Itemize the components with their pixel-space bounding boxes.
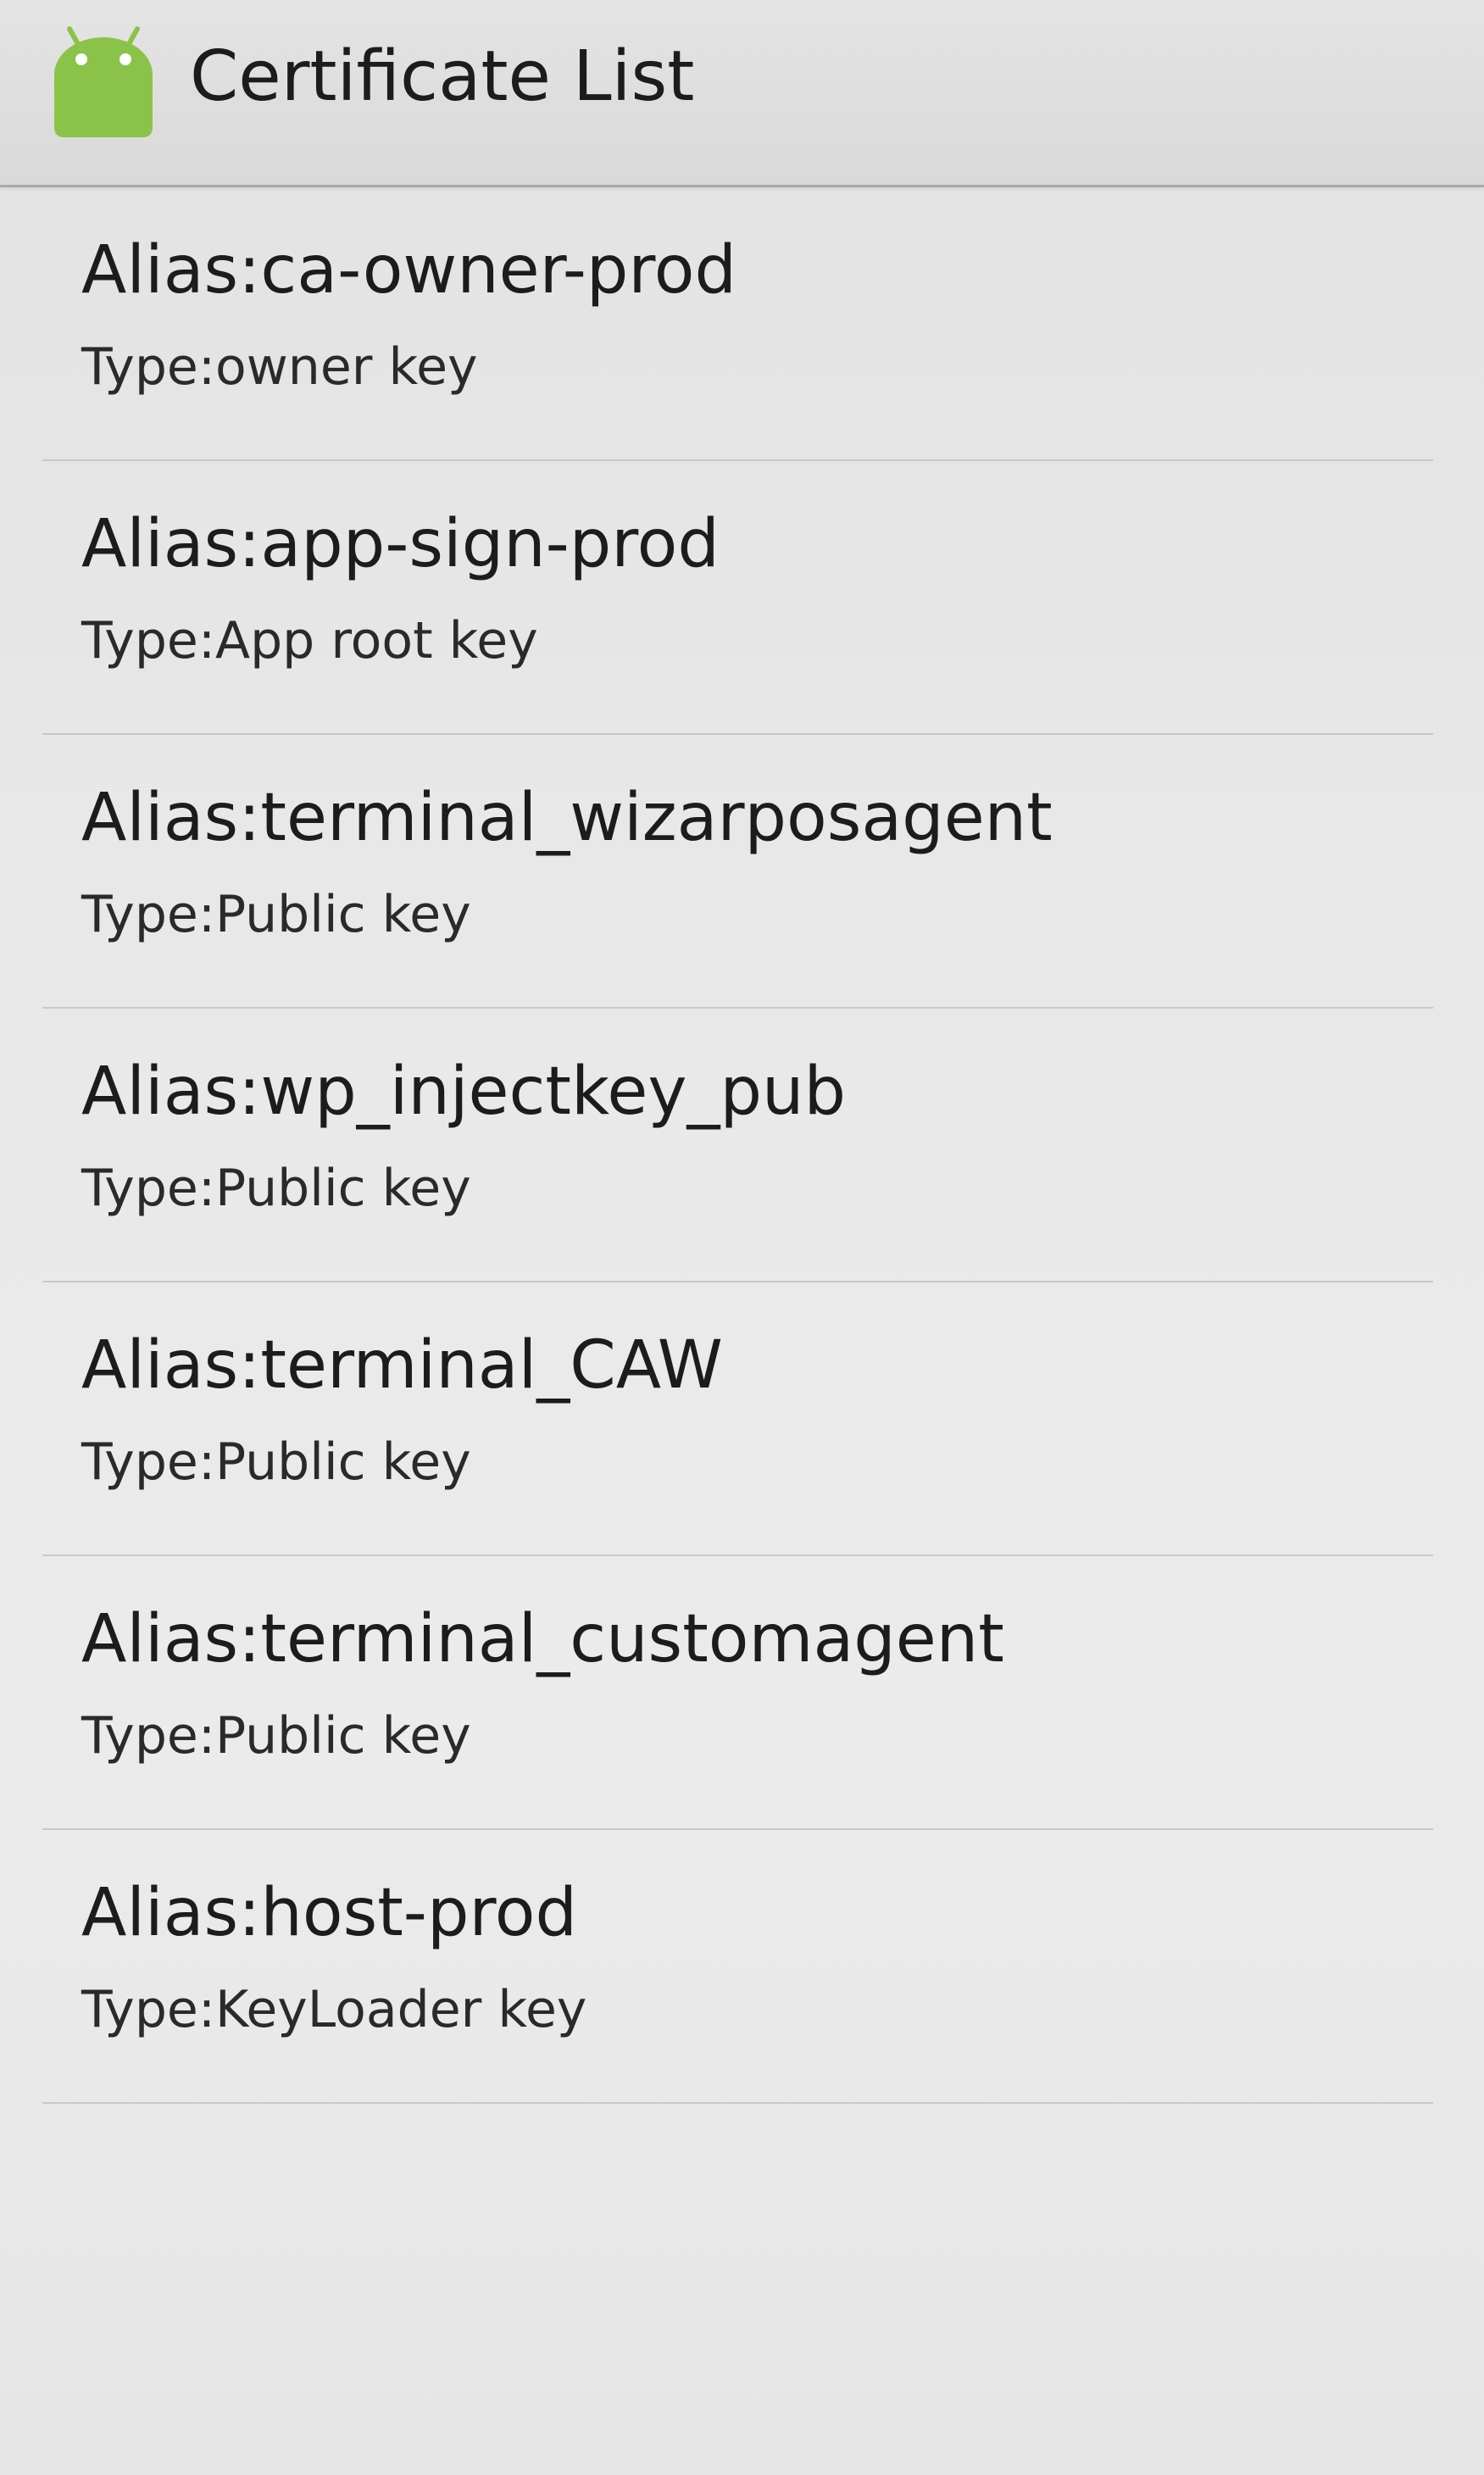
- list-divider: [42, 2102, 1433, 2104]
- certificate-alias: Alias:terminal_CAW: [81, 1327, 723, 1404]
- certificate-alias: Alias:ca-owner-prod: [81, 232, 736, 309]
- certificate-item[interactable]: Alias:ca-owner-prod Type:owner key: [0, 187, 1484, 461]
- certificate-alias: Alias:host-prod: [81, 1875, 578, 1951]
- certificate-type: Type:App root key: [81, 611, 538, 670]
- certificate-item[interactable]: Alias:terminal_customagent Type:Public k…: [0, 1556, 1484, 1830]
- certificate-type: Type:Public key: [81, 1432, 471, 1492]
- certificate-item[interactable]: Alias:host-prod Type:KeyLoader key: [0, 1830, 1484, 2104]
- certificate-list: Alias:ca-owner-prod Type:owner key Alias…: [0, 187, 1484, 2104]
- certificate-alias: Alias:terminal_wizarposagent: [81, 780, 1053, 856]
- action-bar: Certificate List: [0, 0, 1484, 187]
- certificate-item[interactable]: Alias:terminal_wizarposagent Type:Public…: [0, 735, 1484, 1009]
- android-robot-icon[interactable]: [47, 22, 159, 139]
- certificate-alias: Alias:wp_injectkey_pub: [81, 1054, 846, 1130]
- certificate-item[interactable]: Alias:app-sign-prod Type:App root key: [0, 461, 1484, 735]
- certificate-type: Type:Public key: [81, 1706, 471, 1766]
- certificate-type: Type:Public key: [81, 885, 471, 944]
- certificate-type: Type:Public key: [81, 1159, 471, 1218]
- certificate-type: Type:owner key: [81, 337, 478, 397]
- certificate-type: Type:KeyLoader key: [81, 1980, 587, 2039]
- app-title: Certificate List: [190, 36, 695, 117]
- certificate-alias: Alias:app-sign-prod: [81, 506, 720, 582]
- certificate-item[interactable]: Alias:wp_injectkey_pub Type:Public key: [0, 1009, 1484, 1282]
- certificate-item[interactable]: Alias:terminal_CAW Type:Public key: [0, 1282, 1484, 1556]
- certificate-alias: Alias:terminal_customagent: [81, 1601, 1004, 1677]
